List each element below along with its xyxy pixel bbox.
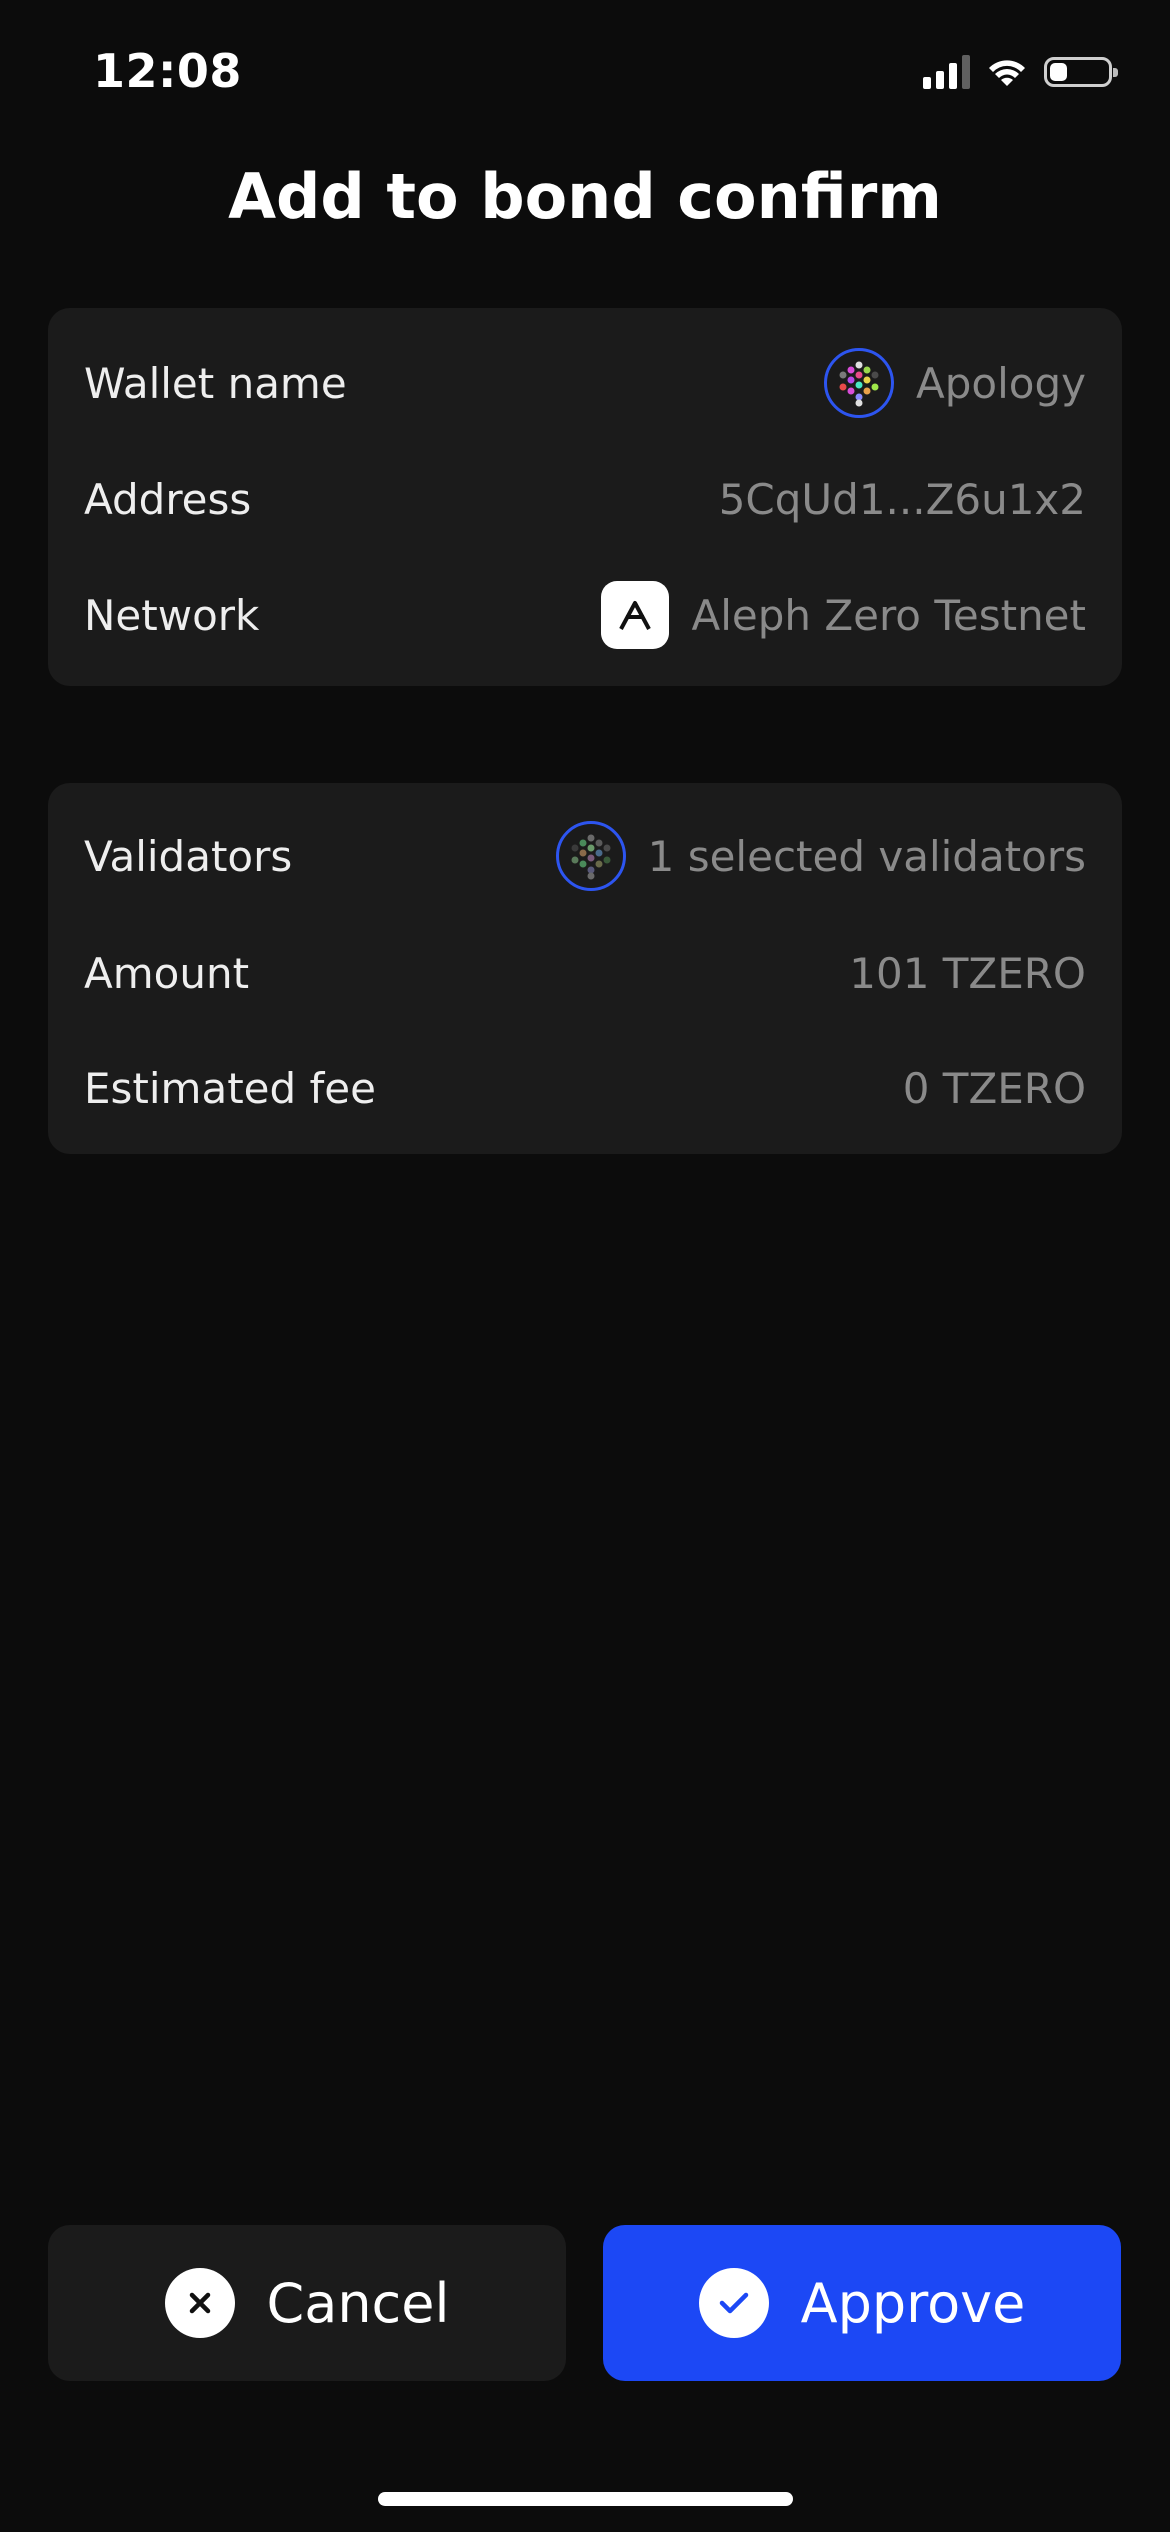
wallet-identicon xyxy=(824,348,895,418)
wallet-row: Wallet name Apology xyxy=(84,348,1086,418)
aleph-zero-logo xyxy=(601,581,670,649)
page-title: Add to bond confirm xyxy=(228,160,942,233)
home-indicator[interactable] xyxy=(378,2492,793,2506)
approve-button-label: Approve xyxy=(800,2271,1026,2335)
fee-row: Estimated fee 0 TZERO xyxy=(84,1053,1086,1123)
cellular-signal-icon xyxy=(923,55,970,89)
validators-value: 1 selected validators xyxy=(647,831,1086,881)
validators-row: Validators 1 selected validators xyxy=(84,821,1086,891)
fee-value: 0 TZERO xyxy=(902,1063,1086,1113)
validators-label: Validators xyxy=(84,831,293,881)
battery-icon xyxy=(1044,57,1118,87)
validator-identicon xyxy=(555,821,626,891)
address-row: Address 5CqUd1...Z6u1x2 xyxy=(84,464,1086,534)
status-icons xyxy=(923,52,1118,92)
cancel-button-label: Cancel xyxy=(266,2271,450,2335)
network-label: Network xyxy=(84,590,260,640)
network-value: Aleph Zero Testnet xyxy=(691,590,1086,640)
amount-label: Amount xyxy=(84,948,250,998)
validators-value-group: 1 selected validators xyxy=(555,821,1086,891)
fee-label: Estimated fee xyxy=(84,1063,376,1113)
address-value: 5CqUd1...Z6u1x2 xyxy=(718,474,1086,524)
network-value-group: Aleph Zero Testnet xyxy=(601,581,1086,649)
approve-button[interactable]: Approve xyxy=(603,2225,1121,2381)
check-icon xyxy=(698,2268,769,2338)
amount-row: Amount 101 TZERO xyxy=(84,938,1086,1008)
battery-level xyxy=(1050,63,1067,81)
account-card: Wallet name Apology Address 5CqUd1...Z6u… xyxy=(48,308,1122,686)
cancel-button[interactable]: Cancel xyxy=(48,2225,566,2381)
status-time: 12:08 xyxy=(93,44,242,98)
wallet-value-group: Apology xyxy=(824,348,1086,418)
network-row: Network Aleph Zero Testnet xyxy=(84,580,1086,650)
bond-details-card: Validators 1 selected validators Amount … xyxy=(48,783,1122,1154)
wifi-icon xyxy=(989,60,1025,86)
address-label: Address xyxy=(84,474,252,524)
wallet-label: Wallet name xyxy=(84,358,347,408)
amount-value: 101 TZERO xyxy=(849,948,1086,998)
wallet-value: Apology xyxy=(916,358,1086,408)
close-icon xyxy=(164,2268,235,2338)
